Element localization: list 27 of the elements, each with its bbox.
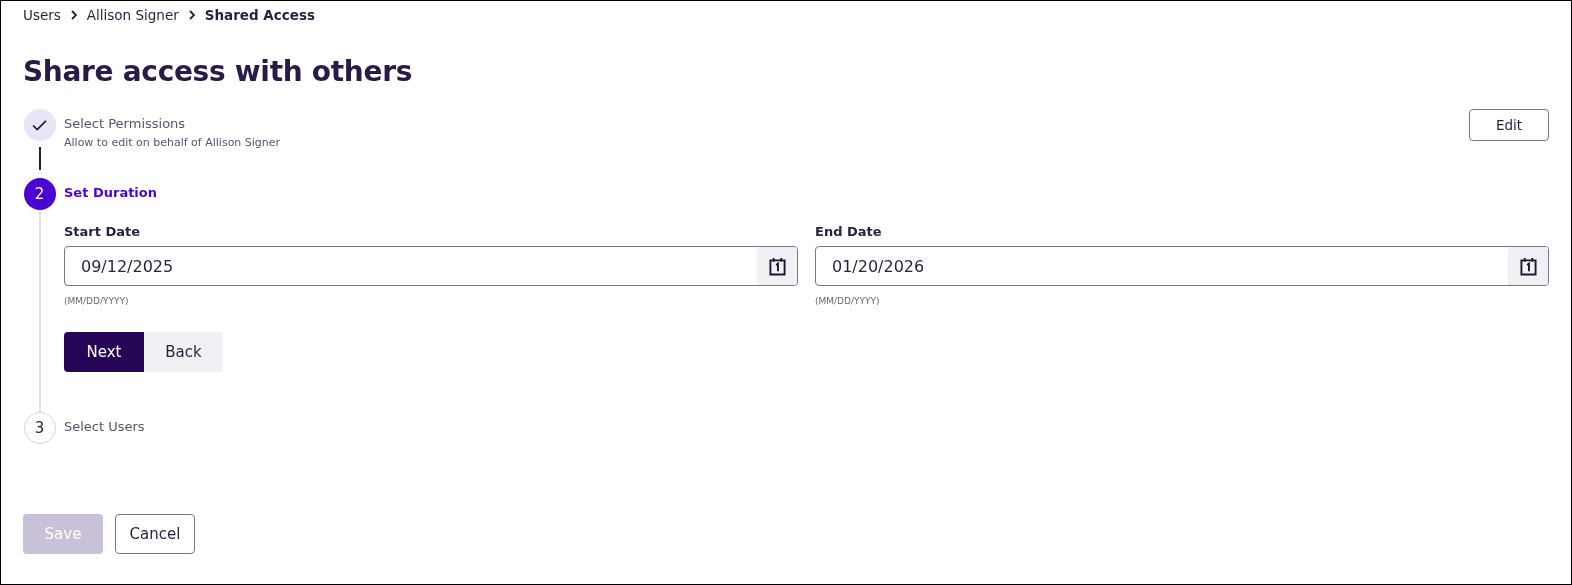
- step-label: Set Duration: [64, 185, 157, 200]
- breadcrumb-link[interactable]: Shared Access: [204, 7, 316, 23]
- date-field[interactable]: 01/20/2026: [815, 246, 1549, 286]
- calendar-icon: [1519, 256, 1537, 276]
- calendar-icon: [768, 256, 786, 276]
- edit-button[interactable]: Edit: [1469, 109, 1549, 141]
- field-label: End Date: [815, 224, 883, 239]
- page-title: Share access with others: [23, 55, 414, 88]
- format-hint: (MM/DD/YYYY): [64, 296, 130, 306]
- next-button[interactable]: Next: [64, 332, 144, 372]
- step-label: Select Permissions: [64, 116, 187, 131]
- check-icon: [32, 119, 47, 131]
- cancel-button[interactable]: Cancel: [115, 514, 195, 554]
- breadcrumb-link[interactable]: Allison Signer: [86, 7, 179, 23]
- calendar-button[interactable]: [1508, 247, 1548, 285]
- date-field[interactable]: 09/12/2025: [64, 246, 798, 286]
- step-label: Select Users: [64, 419, 145, 434]
- back-button[interactable]: Back: [144, 332, 223, 372]
- format-hint: (MM/DD/YYYY): [815, 296, 881, 306]
- breadcrumb-link[interactable]: Users: [23, 7, 61, 23]
- step-marker: 3: [23, 412, 56, 444]
- step-marker: 2: [23, 178, 56, 210]
- field-label: Start Date: [64, 224, 142, 239]
- calendar-button[interactable]: [757, 247, 797, 285]
- chevron-icon: [69, 10, 78, 20]
- step-summary: Allow to edit on behalf of Allison Signer: [64, 136, 281, 149]
- chevron-icon: [187, 10, 196, 20]
